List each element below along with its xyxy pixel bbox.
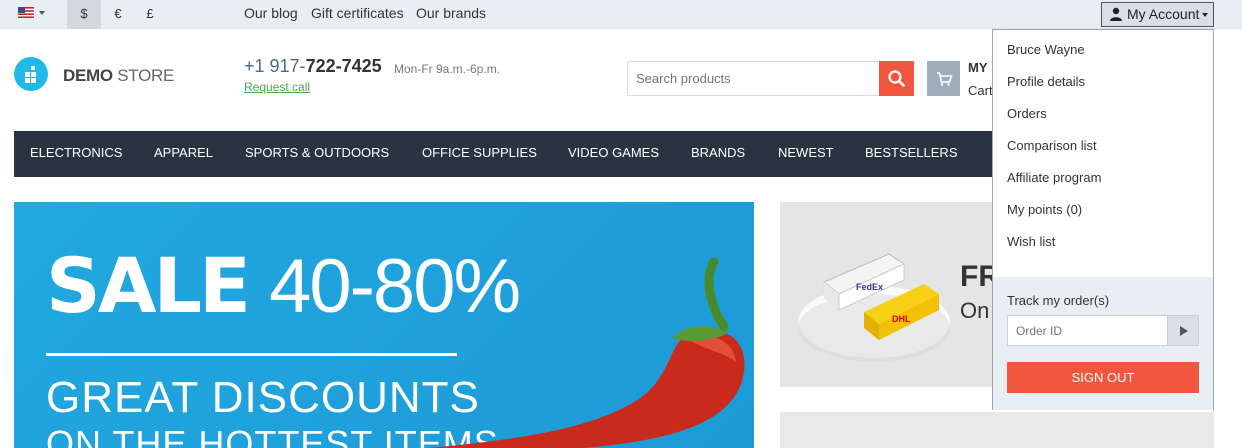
chevron-down-icon — [39, 11, 45, 15]
link-our-blog[interactable]: Our blog — [244, 0, 298, 29]
cart-subtitle[interactable]: Cart — [968, 83, 993, 98]
nav-office-supplies[interactable]: Office Supplies — [422, 131, 537, 177]
cart-title[interactable]: MY — [968, 60, 988, 75]
us-flag-icon — [18, 7, 34, 18]
menu-orders[interactable]: Orders — [1007, 106, 1047, 121]
account-dropdown: Bruce Wayne Profile details Orders Compa… — [992, 29, 1214, 410]
my-account-button[interactable]: My Account — [1101, 2, 1214, 27]
currency-gbp[interactable]: £ — [133, 0, 167, 29]
sale-banner[interactable]: SALE 40-80% GREAT DISCOUNTS ON THE HOTTE… — [14, 202, 754, 448]
track-order-submit-button[interactable] — [1167, 315, 1199, 346]
cart-button[interactable] — [927, 61, 960, 96]
nav-brands[interactable]: Brands — [691, 131, 745, 177]
menu-wish-list[interactable]: Wish list — [1007, 234, 1055, 249]
cart-icon — [937, 72, 953, 86]
business-hours: Mon-Fr 9a.m.-6p.m. — [394, 62, 501, 76]
user-icon — [1110, 7, 1122, 21]
menu-my-points[interactable]: My points (0) — [1007, 202, 1082, 217]
user-name[interactable]: Bruce Wayne — [1007, 42, 1085, 57]
nav-electronics[interactable]: Electronics — [30, 131, 122, 177]
link-gift-certificates[interactable]: Gift certificates — [311, 0, 404, 29]
sign-out-button[interactable]: Sign out — [1007, 362, 1199, 393]
phone-number: +1 917-722-7425 — [244, 56, 382, 76]
search-icon — [888, 70, 905, 87]
track-order-label: Track my order(s) — [1007, 293, 1110, 308]
search-button[interactable] — [879, 61, 914, 96]
nav-sports-outdoors[interactable]: Sports & Outdoors — [245, 131, 389, 177]
shipping-subtitle: On — [960, 298, 990, 323]
currency-usd[interactable]: $ — [67, 0, 101, 29]
currency-eur[interactable]: € — [101, 0, 135, 29]
nav-bestsellers[interactable]: Bestsellers — [865, 131, 958, 177]
svg-text:FedEx: FedEx — [856, 282, 883, 292]
store-name[interactable]: DEMO STORE — [63, 66, 174, 86]
request-call-link[interactable]: Request call — [244, 80, 310, 94]
menu-profile-details[interactable]: Profile details — [1007, 74, 1085, 89]
chili-pepper-image — [429, 257, 745, 448]
link-our-brands[interactable]: Our brands — [416, 0, 486, 29]
delivery-trucks-image: FedEx DHL — [798, 253, 950, 362]
nav-video-games[interactable]: Video Games — [568, 131, 659, 177]
store-logo[interactable] — [14, 57, 48, 91]
search-input[interactable] — [627, 61, 880, 96]
nav-apparel[interactable]: Apparel — [154, 131, 213, 177]
track-order-section: Track my order(s) Sign out — [993, 277, 1213, 410]
svg-text:DHL: DHL — [892, 314, 911, 324]
promo-box — [780, 412, 1214, 448]
nav-newest[interactable]: Newest — [778, 131, 834, 177]
order-id-input[interactable] — [1007, 315, 1168, 346]
menu-affiliate-program[interactable]: Affiliate program — [1007, 170, 1101, 185]
my-account-label: My Account — [1127, 6, 1200, 22]
top-bar: $ € £ Our blog Gift certificates Our bra… — [0, 0, 1242, 29]
menu-comparison-list[interactable]: Comparison list — [1007, 138, 1097, 153]
chevron-down-icon — [1202, 13, 1208, 17]
